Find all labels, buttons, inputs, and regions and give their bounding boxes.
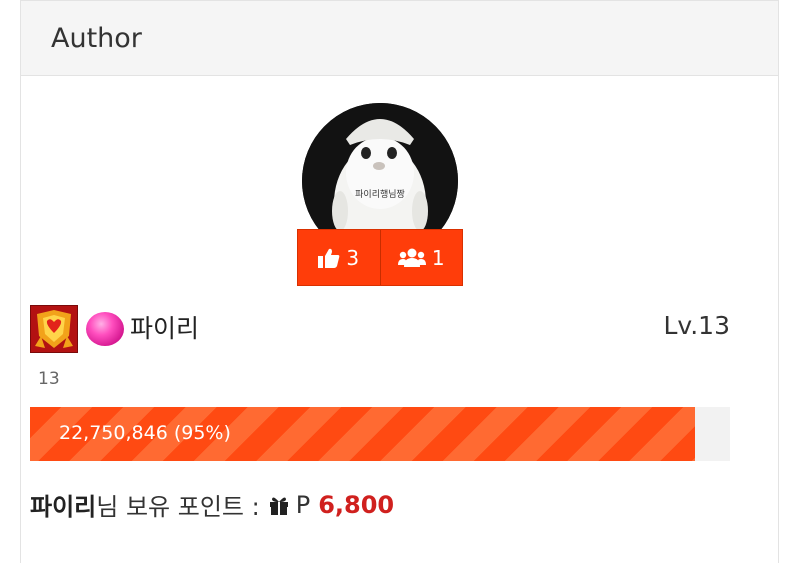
user-row: 파이리 Lv.13 (30, 305, 730, 353)
points-label: 님 보유 포인트 : (96, 493, 260, 521)
points-value: 6,800 (318, 490, 395, 519)
orb-icon (86, 312, 124, 346)
likes-stat[interactable]: 3 (298, 230, 380, 285)
username[interactable]: 파이리 (130, 309, 199, 345)
avatar-caption: 파이리행님짱 (355, 188, 405, 200)
thumbs-up-icon (318, 248, 340, 268)
friends-stat[interactable]: 1 (379, 230, 463, 285)
level-number: 13 (38, 369, 60, 389)
friends-count: 1 (431, 245, 445, 270)
points-row: 파이리 님 보유 포인트 : P 6,800 (30, 487, 394, 522)
likes-count: 3 (346, 245, 360, 270)
gift-icon (268, 494, 290, 516)
exp-progress-bar: 22,750,846 (95%) (30, 407, 730, 461)
users-icon (397, 248, 426, 268)
panel-title: Author (51, 22, 142, 54)
points-unit: P (295, 490, 311, 519)
exp-text: 22,750,846 (95%) (59, 422, 231, 444)
points-username: 파이리 (30, 493, 97, 521)
profile-stats-bar: 3 1 (297, 229, 463, 286)
level-label: Lv.13 (663, 311, 730, 340)
level-badge-icon (30, 305, 78, 353)
panel-header: Author (21, 1, 778, 76)
